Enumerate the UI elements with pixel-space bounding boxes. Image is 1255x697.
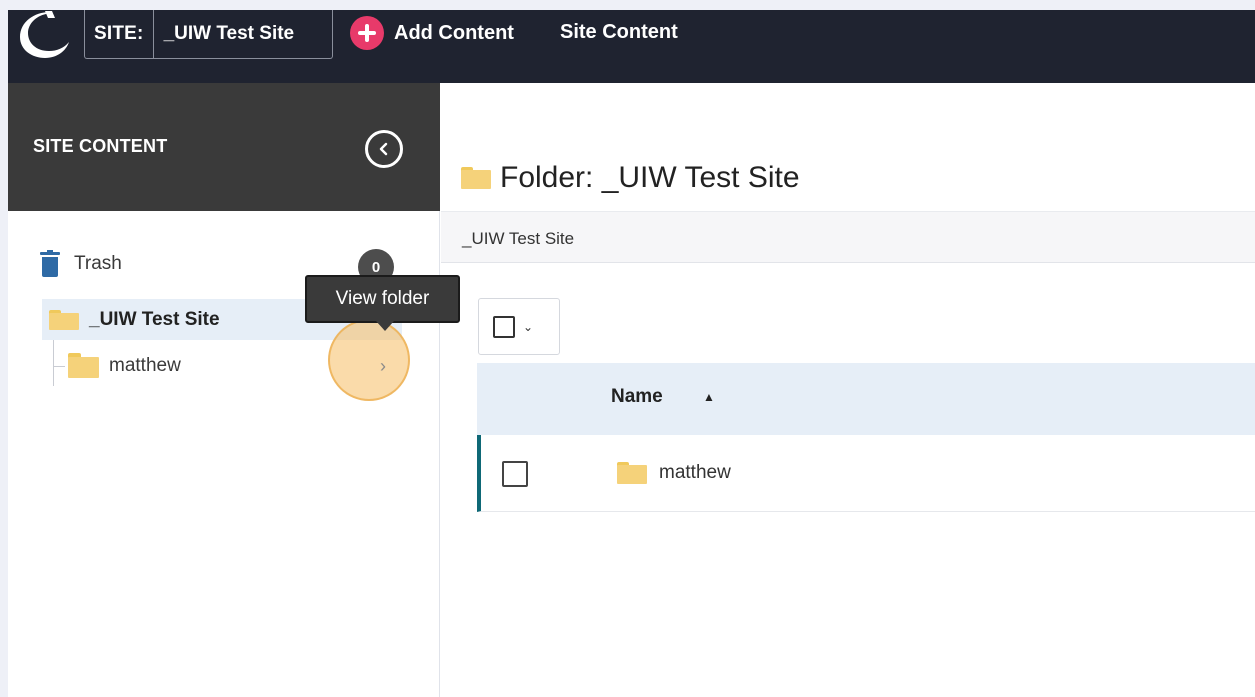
view-folder-chevron-icon[interactable]: › [375, 353, 391, 379]
sidebar-item-trash[interactable]: Trash [40, 250, 122, 277]
column-header-name[interactable]: Name [611, 386, 663, 408]
site-content-link[interactable]: Site Content [560, 21, 678, 44]
sidebar-title: SITE CONTENT [33, 136, 168, 156]
tree-item-label: matthew [109, 354, 181, 376]
tree-connector [53, 340, 54, 386]
table-header: Name ▲ [477, 363, 1255, 435]
sort-ascending-icon[interactable]: ▲ [703, 390, 715, 404]
add-content-button[interactable]: Add Content [350, 16, 514, 50]
add-content-label: Add Content [394, 21, 514, 44]
row-checkbox[interactable] [502, 461, 528, 487]
folder-icon [49, 309, 79, 330]
tree-item-matthew[interactable]: matthew [68, 353, 181, 378]
click-highlight [328, 319, 410, 401]
main-panel: Folder: _UIW Test Site _UIW Test Site ⌄ … [441, 83, 1255, 697]
tree-item-label: _UIW Test Site [89, 308, 220, 330]
table-row[interactable]: matthew [477, 435, 1255, 512]
chevron-down-icon: ⌄ [523, 319, 534, 334]
row-name: matthew [659, 462, 731, 483]
chevron-left-icon [379, 142, 388, 156]
site-selector[interactable]: SITE: _UIW Test Site [84, 10, 333, 59]
folder-title-text: Folder: _UIW Test Site [500, 161, 800, 194]
tooltip-arrow [376, 321, 394, 331]
folder-icon [68, 353, 99, 378]
plus-icon [350, 16, 384, 50]
logo-icon[interactable] [12, 10, 72, 60]
select-all-checkbox[interactable] [493, 315, 515, 338]
view-folder-tooltip: View folder [305, 275, 460, 323]
breadcrumb[interactable]: _UIW Test Site [462, 229, 574, 249]
app-window: SITE: _UIW Test Site Add Content Site Co… [8, 10, 1255, 697]
tree-connector-branch [53, 366, 65, 367]
page-title: Folder: _UIW Test Site [461, 161, 800, 195]
breadcrumb-bar: _UIW Test Site [441, 211, 1255, 263]
select-all-dropdown[interactable]: ⌄ [478, 298, 560, 355]
top-bar: SITE: _UIW Test Site Add Content Site Co… [8, 10, 1255, 83]
sidebar: SITE CONTENT Trash 0 _UIW Test Site matt… [8, 83, 460, 697]
row-folder-link[interactable]: matthew [617, 462, 731, 484]
site-selector-value: _UIW Test Site [163, 23, 295, 44]
folder-icon [617, 462, 647, 484]
collapse-sidebar-button[interactable] [365, 130, 403, 168]
folder-icon [461, 167, 491, 189]
site-selector-label: SITE: [85, 10, 154, 58]
sidebar-header: SITE CONTENT [8, 83, 440, 211]
trash-icon [40, 250, 60, 277]
trash-label: Trash [74, 252, 122, 274]
